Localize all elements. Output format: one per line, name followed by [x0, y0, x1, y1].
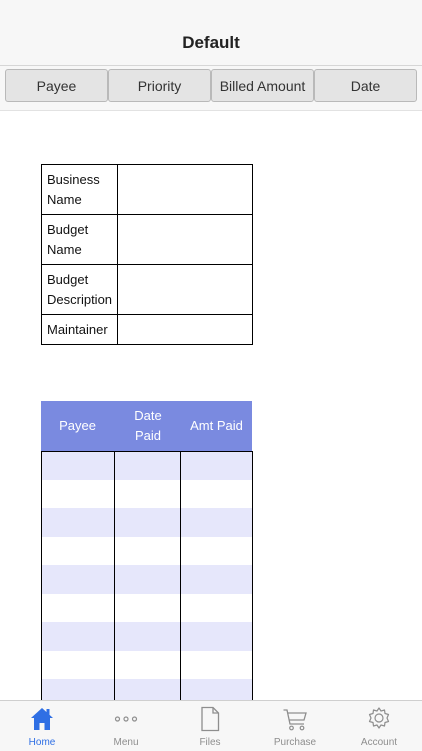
tab-home-label: Home — [28, 737, 56, 748]
sort-billed-amount-button[interactable]: Billed Amount — [211, 69, 314, 102]
tab-menu-label: Menu — [113, 737, 139, 748]
budget-description-label: Budget Description — [40, 264, 119, 315]
tab-menu[interactable]: Menu — [84, 701, 168, 751]
table-row[interactable] — [41, 565, 252, 594]
payments-table: Payee Date Paid Amt Paid — [41, 401, 253, 700]
column-header-amt-paid: Amt Paid — [190, 418, 243, 433]
navigation-bar: Default — [0, 0, 422, 66]
sort-segment-bar: Payee Priority Billed Amount Date — [0, 66, 422, 111]
column-divider — [180, 451, 181, 700]
sort-priority-button[interactable]: Priority — [108, 69, 211, 102]
page-title: Default — [182, 33, 240, 52]
maintainer-label: Maintainer — [40, 314, 119, 345]
table-row[interactable] — [41, 650, 252, 679]
more-dots-icon — [114, 716, 138, 722]
table-row[interactable] — [41, 536, 252, 565]
budget-name-label: Budget Name — [40, 214, 119, 265]
column-divider — [114, 451, 115, 700]
sort-date-button[interactable]: Date — [314, 69, 417, 102]
table-row[interactable] — [41, 593, 252, 622]
table-row: Budget Description — [40, 264, 253, 315]
header-divider — [41, 451, 253, 452]
tab-files[interactable]: Files — [168, 701, 252, 751]
tab-bar: Home Menu Files Purchase Account — [0, 700, 422, 751]
column-divider — [41, 451, 42, 700]
table-row: Budget Name — [40, 214, 253, 265]
document-icon — [201, 706, 220, 732]
column-header-payee: Payee — [59, 418, 96, 433]
sort-payee-button[interactable]: Payee — [5, 69, 108, 102]
table-row[interactable] — [41, 451, 252, 480]
tab-files-label: Files — [199, 737, 221, 748]
budget-name-value[interactable] — [117, 214, 253, 265]
home-icon — [31, 708, 53, 730]
table-row: Maintainer — [40, 314, 253, 345]
maintainer-value[interactable] — [117, 314, 253, 345]
budget-info-table: Business Name Budget Name Budget Descrip… — [40, 164, 253, 345]
column-divider — [252, 451, 253, 700]
budget-description-value[interactable] — [117, 264, 253, 315]
tab-purchase-label: Purchase — [273, 737, 317, 748]
column-header-date-paid: Date Paid — [134, 408, 162, 443]
cart-icon — [283, 709, 307, 731]
payments-table-body — [41, 451, 252, 700]
table-row[interactable] — [41, 508, 252, 537]
tab-home[interactable]: Home — [0, 701, 84, 751]
table-row[interactable] — [41, 679, 252, 700]
tab-purchase[interactable]: Purchase — [253, 701, 337, 751]
table-row[interactable] — [41, 622, 252, 651]
business-name-label: Business Name — [40, 164, 119, 215]
tab-account-label: Account — [360, 737, 398, 748]
table-row: Business Name — [40, 164, 253, 215]
business-name-value[interactable] — [117, 164, 253, 215]
tab-account[interactable]: Account — [337, 701, 421, 751]
payments-table-header: Payee Date Paid Amt Paid — [41, 401, 252, 451]
table-row[interactable] — [41, 479, 252, 508]
gear-icon — [368, 707, 390, 729]
